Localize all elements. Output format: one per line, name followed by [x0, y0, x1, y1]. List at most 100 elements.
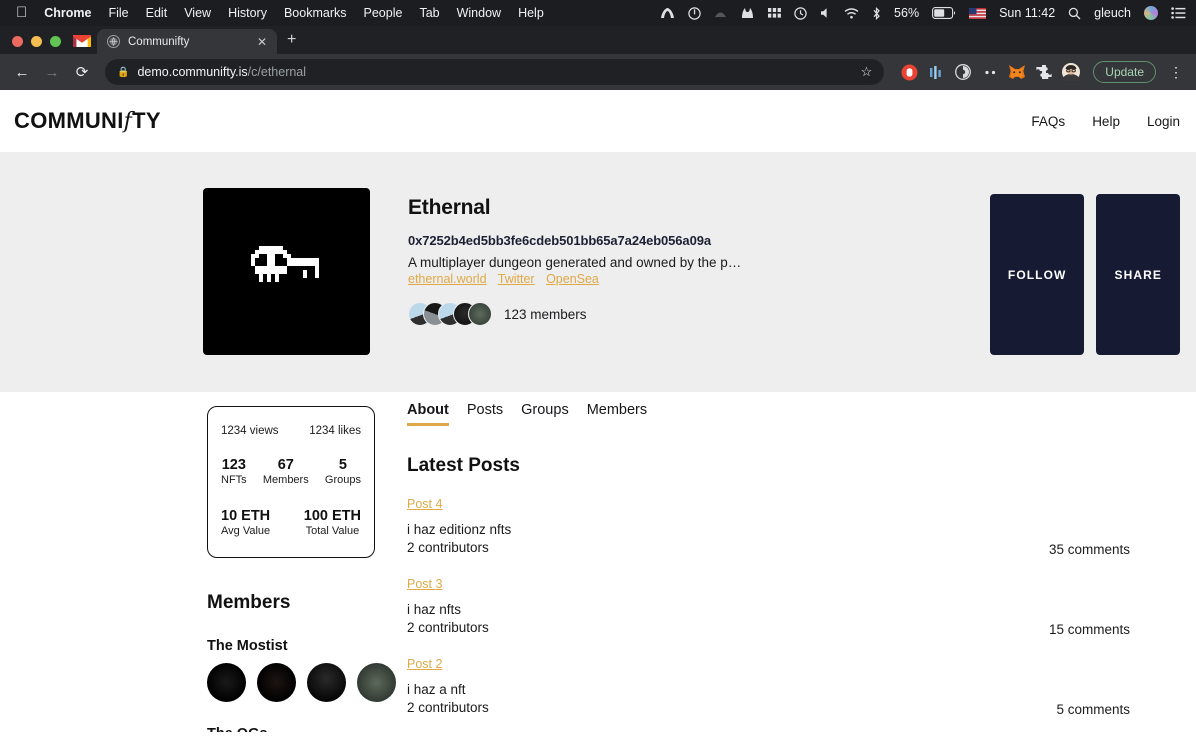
profile-avatar[interactable]	[1062, 63, 1081, 81]
menu-item-chrome[interactable]: Chrome	[44, 6, 91, 20]
puzzle-extensions-icon[interactable]	[1035, 63, 1053, 81]
stat-groups: 5 Groups	[325, 457, 361, 486]
community-nft-image[interactable]	[203, 188, 370, 355]
menu-item-history[interactable]: History	[228, 6, 267, 20]
post-contributors: 2 contributors	[407, 699, 489, 715]
equalizer-icon[interactable]	[768, 7, 781, 19]
volume-icon[interactable]	[820, 7, 831, 19]
avatar[interactable]	[357, 663, 396, 702]
menu-item-bookmarks[interactable]: Bookmarks	[284, 6, 347, 20]
menu-item-window[interactable]: Window	[457, 6, 501, 20]
nav-item-help[interactable]: Help	[1092, 114, 1120, 129]
latest-posts-title: Latest Posts	[407, 455, 520, 476]
browser-tabstrip: Communifty ✕ +	[0, 26, 1196, 54]
extensions-row: Update ⋮	[894, 61, 1187, 83]
member-group-title-ogs: The OGs	[207, 726, 375, 732]
shield-icon[interactable]	[954, 63, 972, 81]
metamask-fox-icon[interactable]	[1008, 63, 1026, 81]
power-icon[interactable]	[688, 6, 701, 20]
flag-icon[interactable]	[740, 7, 755, 19]
battery-icon[interactable]	[932, 7, 956, 19]
likes-count: 1234 likes	[309, 425, 361, 437]
maximize-window-button[interactable]	[50, 36, 61, 47]
wifi-icon[interactable]	[844, 7, 859, 19]
profile-actions: FOLLOW SHARE	[989, 188, 1180, 355]
post-comments-count[interactable]: 35 comments	[1049, 542, 1180, 557]
members-count-label: 123 members	[504, 306, 587, 322]
bookmark-star-icon[interactable]: ☆	[861, 64, 873, 80]
analytics-icon[interactable]	[927, 63, 945, 81]
gmail-icon[interactable]	[73, 34, 91, 48]
site-logo[interactable]: COMMUNIfTY	[14, 108, 161, 134]
address-bar[interactable]: 🔒 demo.communifty.is/c/ethernal ☆	[105, 59, 885, 85]
close-icon[interactable]: ✕	[255, 35, 269, 49]
user-avatar[interactable]	[1144, 6, 1158, 20]
post-link[interactable]: Post 3	[407, 577, 442, 591]
post-link[interactable]: Post 4	[407, 497, 442, 511]
post-comments-count[interactable]: 5 comments	[1056, 702, 1180, 717]
post-body-text: i haz a nft	[407, 681, 466, 697]
sidebar: 1234 views 1234 likes 123 NFTs 67 Member…	[207, 392, 396, 732]
nav-item-login[interactable]: Login	[1147, 114, 1180, 129]
page-title: Ethernal	[408, 196, 491, 219]
update-button[interactable]: Update	[1093, 61, 1156, 83]
tab-groups[interactable]: Groups	[521, 402, 569, 426]
menu-item-people[interactable]: People	[364, 6, 403, 20]
content-tabs: About Posts Groups Members	[407, 402, 1180, 426]
link-twitter[interactable]: Twitter	[498, 272, 535, 286]
minimize-window-button[interactable]	[31, 36, 42, 47]
back-arrow-icon[interactable]: ←	[9, 59, 35, 85]
dots-icon[interactable]	[981, 63, 999, 81]
clock-label[interactable]: Sun 11:42	[999, 6, 1055, 20]
bluetooth-icon[interactable]	[872, 6, 881, 20]
kebab-menu-icon[interactable]: ⋮	[1165, 64, 1187, 81]
member-avatar-stack[interactable]	[408, 302, 492, 326]
stats-card: 1234 views 1234 likes 123 NFTs 67 Member…	[207, 406, 375, 558]
avatar[interactable]	[307, 663, 346, 702]
main-content: 1234 views 1234 likes 123 NFTs 67 Member…	[0, 392, 1196, 732]
follow-button[interactable]: FOLLOW	[989, 194, 1085, 355]
os-menu-items:  Chrome File Edit View History Bookmark…	[8, 5, 544, 21]
record-icon[interactable]	[900, 63, 918, 81]
nordvpn-icon[interactable]	[660, 7, 675, 20]
stat-value: 67	[277, 457, 294, 473]
logo-text-post: TY	[132, 108, 161, 133]
search-icon[interactable]	[1068, 7, 1081, 20]
nav-item-faqs[interactable]: FAQs	[1031, 114, 1065, 129]
close-window-button[interactable]	[12, 36, 23, 47]
stat-label: NFTs	[221, 474, 247, 486]
menu-item-tab[interactable]: Tab	[419, 6, 439, 20]
page-content: COMMUNIfTY FAQs Help Login Ethernal 0x72…	[0, 90, 1196, 732]
forward-arrow-icon[interactable]: →	[39, 59, 65, 85]
avatar[interactable]	[257, 663, 296, 702]
menu-item-edit[interactable]: Edit	[146, 6, 168, 20]
window-controls	[8, 36, 69, 54]
menu-item-help[interactable]: Help	[518, 6, 544, 20]
browser-tab[interactable]: Communifty ✕	[97, 29, 277, 54]
share-button[interactable]: SHARE	[1096, 194, 1180, 355]
reload-icon[interactable]: ⟳	[69, 59, 95, 85]
lock-icon[interactable]: 🔒	[117, 67, 129, 78]
link-website[interactable]: ethernal.world	[408, 272, 487, 286]
user-name-label[interactable]: gleuch	[1094, 6, 1131, 20]
post-comments-count[interactable]: 15 comments	[1049, 622, 1180, 637]
tab-posts[interactable]: Posts	[467, 402, 503, 426]
profile-links: ethernal.world Twitter OpenSea	[408, 272, 952, 286]
avatar[interactable]	[207, 663, 246, 702]
browser-window: Communifty ✕ + ← → ⟳ 🔒 demo.communifty.i…	[0, 26, 1196, 90]
menu-item-view[interactable]: View	[184, 6, 211, 20]
stats-top-row: 1234 views 1234 likes	[221, 425, 361, 437]
vpn-icon[interactable]	[714, 8, 727, 19]
us-flag-icon[interactable]	[969, 7, 987, 19]
control-center-icon[interactable]	[1171, 7, 1186, 19]
plus-icon[interactable]: +	[277, 31, 306, 54]
post-link[interactable]: Post 2	[407, 657, 442, 671]
profile-details: Ethernal 0x7252b4ed5bb3fe6cdeb501bb65a7a…	[408, 188, 952, 355]
link-opensea[interactable]: OpenSea	[546, 272, 599, 286]
time-machine-icon[interactable]	[794, 6, 807, 20]
menu-item-file[interactable]: File	[108, 6, 128, 20]
tab-about[interactable]: About	[407, 402, 449, 426]
apple-logo-icon[interactable]: 	[16, 5, 27, 20]
tab-members[interactable]: Members	[587, 402, 647, 426]
profile-hero: Ethernal 0x7252b4ed5bb3fe6cdeb501bb65a7a…	[0, 152, 1196, 392]
